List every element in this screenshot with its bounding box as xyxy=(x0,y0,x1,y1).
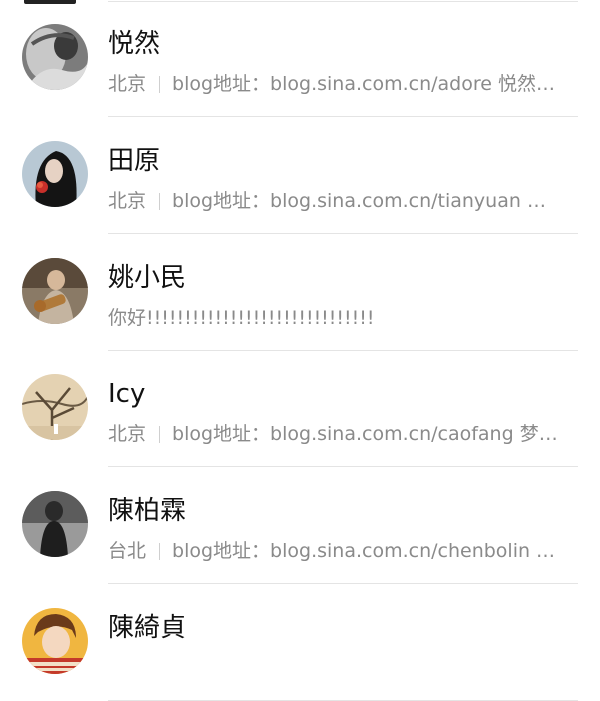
contact-row-chenbolin[interactable]: 陳柏霖 台北 blog地址：blog.sina.com.cn/chenbolin … xyxy=(0,468,600,584)
contact-name: 悦然 xyxy=(108,29,161,59)
contact-row-yueran[interactable]: 悦然 北京 blog地址：blog.sina.com.cn/adore 悦然… xyxy=(0,1,600,117)
contact-subtitle: 你好!!!!!!!!!!!!!!!!!!!!!!!!!!!!!! xyxy=(108,304,578,332)
contact-row-icy[interactable]: Icy 北京 blog地址：blog.sina.com.cn/caofang 梦… xyxy=(0,351,600,467)
contact-name: 陳綺貞 xyxy=(108,613,187,643)
contact-row-tianyuan[interactable]: 田原 北京 blog地址：blog.sina.com.cn/tianyuan … xyxy=(0,118,600,234)
avatar-yaoxiaomin[interactable] xyxy=(22,258,88,324)
row-divider xyxy=(108,583,578,584)
avatar-tianyuan[interactable] xyxy=(22,141,88,207)
avatar-chenqizhen[interactable] xyxy=(22,608,88,674)
contact-description: blog地址：blog.sina.com.cn/adore 悦然… xyxy=(172,73,555,95)
contact-subtitle: 北京 blog地址：blog.sina.com.cn/caofang 梦… xyxy=(108,420,578,448)
avatar-photo-icon xyxy=(22,374,88,440)
separator xyxy=(159,543,161,560)
contact-name: 姚小民 xyxy=(108,263,187,293)
contact-row-yaoxiaomin[interactable]: 姚小民 你好!!!!!!!!!!!!!!!!!!!!!!!!!!!!!! xyxy=(0,235,600,351)
contact-status: 你好!!!!!!!!!!!!!!!!!!!!!!!!!!!!!! xyxy=(108,307,375,329)
avatar-yueran[interactable] xyxy=(22,24,88,90)
avatar-photo-icon xyxy=(22,24,88,90)
contact-location: 台北 xyxy=(108,540,147,562)
contact-name: Icy xyxy=(108,379,146,409)
separator xyxy=(159,76,161,93)
contact-subtitle: 台北 blog地址：blog.sina.com.cn/chenbolin … xyxy=(108,537,578,565)
contact-name: 陳柏霖 xyxy=(108,496,187,526)
row-divider xyxy=(108,466,578,467)
row-divider xyxy=(108,233,578,234)
contact-description: blog地址：blog.sina.com.cn/tianyuan … xyxy=(172,190,546,212)
contact-location: 北京 xyxy=(108,190,147,212)
contact-subtitle: 北京 blog地址：blog.sina.com.cn/tianyuan … xyxy=(108,187,578,215)
contact-subtitle: 北京 blog地址：blog.sina.com.cn/adore 悦然… xyxy=(108,70,578,98)
avatar-photo-icon xyxy=(22,141,88,207)
avatar-photo-icon xyxy=(22,608,88,674)
contact-description: blog地址：blog.sina.com.cn/chenbolin … xyxy=(172,540,556,562)
row-divider xyxy=(108,116,578,117)
contact-location: 北京 xyxy=(108,423,147,445)
contact-name: 田原 xyxy=(108,146,161,176)
contact-row-chenqizhen[interactable]: 陳綺貞 xyxy=(0,585,600,701)
avatar-icy[interactable] xyxy=(22,374,88,440)
separator xyxy=(159,426,161,443)
avatar-photo-icon xyxy=(22,258,88,324)
avatar-chenbolin[interactable] xyxy=(22,491,88,557)
contact-description: blog地址：blog.sina.com.cn/caofang 梦… xyxy=(172,423,558,445)
contact-location: 北京 xyxy=(108,73,147,95)
separator xyxy=(159,193,161,210)
avatar-photo-icon xyxy=(22,491,88,557)
